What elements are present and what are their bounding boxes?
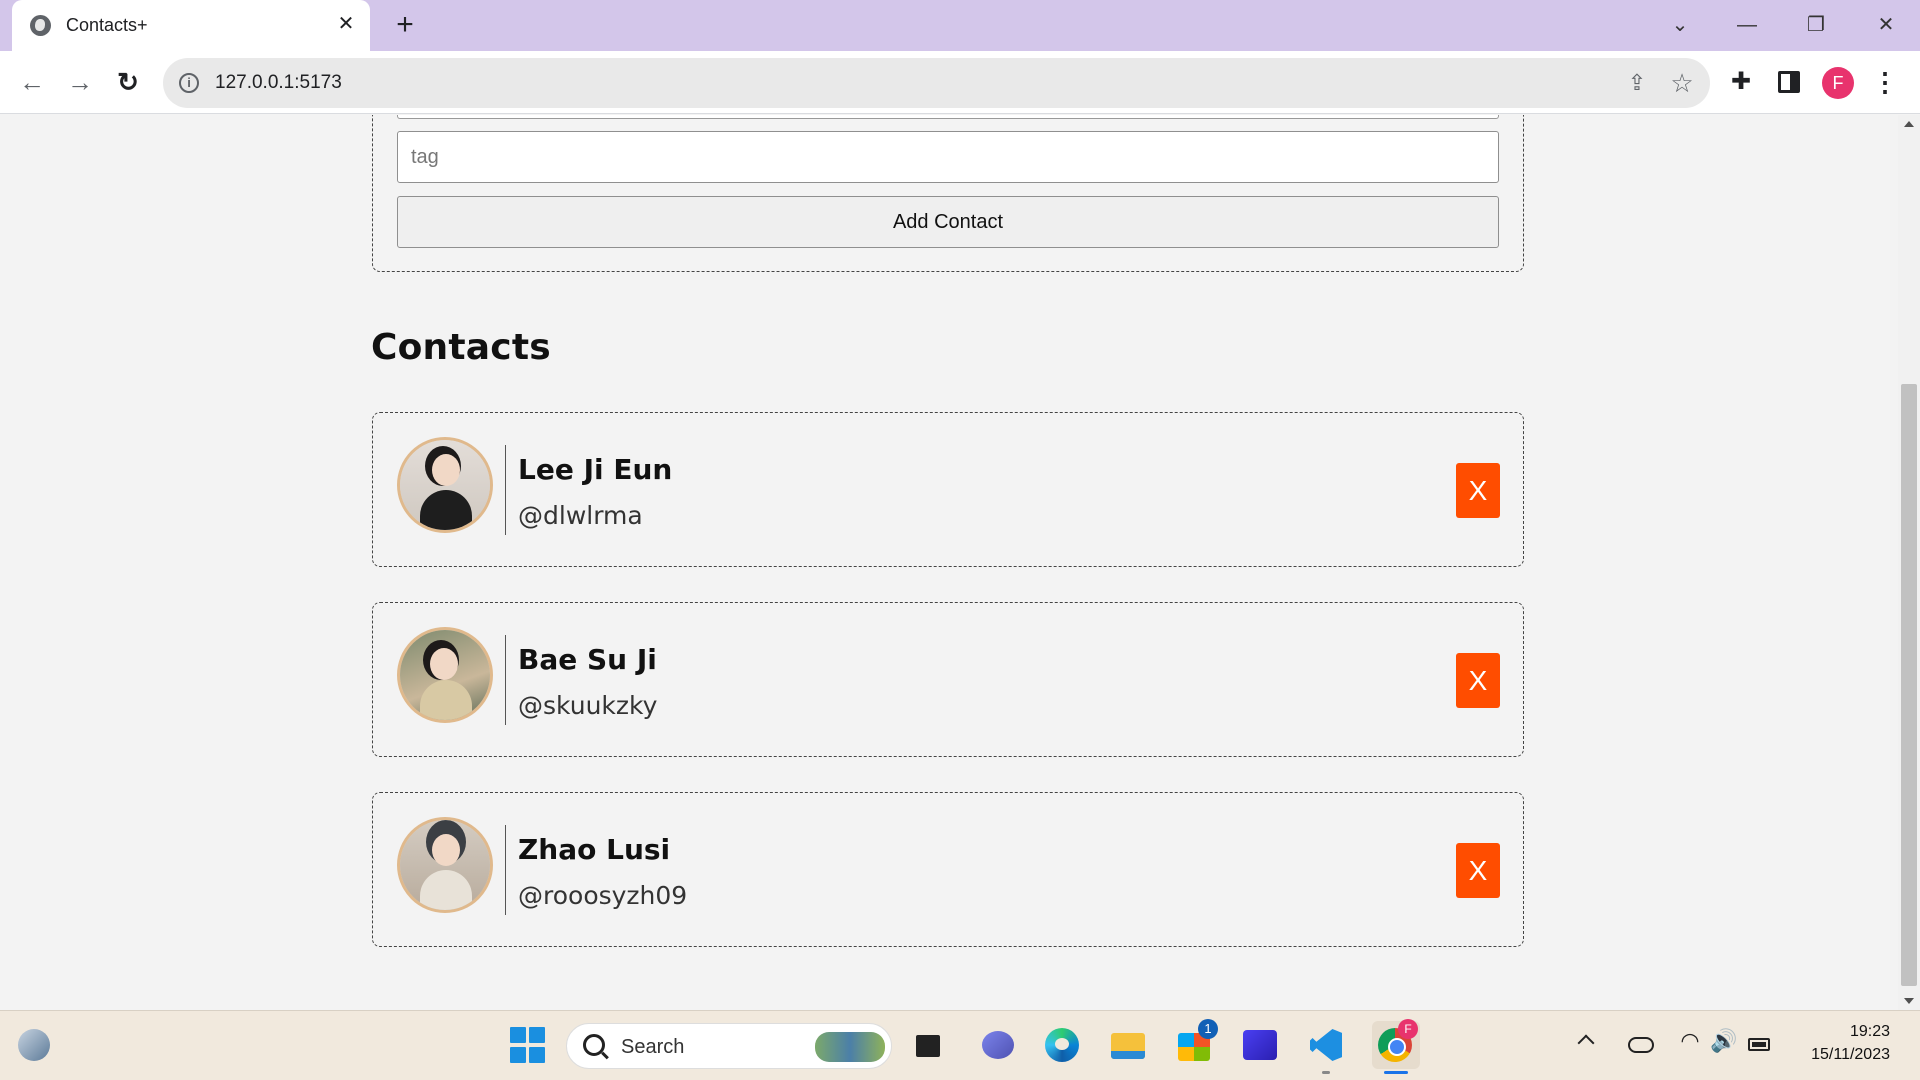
taskbar-search-box[interactable]: Search xyxy=(566,1023,892,1069)
contact-card: Zhao Lusi @rooosyzh09 X xyxy=(372,792,1524,947)
contact-handle: @skuukzky xyxy=(518,691,658,720)
onedrive-cloud-icon[interactable] xyxy=(1628,1037,1654,1053)
teams-meet-icon[interactable] xyxy=(978,1025,1018,1065)
divider xyxy=(505,825,506,915)
active-indicator xyxy=(1384,1071,1408,1074)
battery-icon[interactable] xyxy=(1748,1038,1770,1051)
edge-browser-icon[interactable] xyxy=(1042,1025,1082,1065)
tray-overflow-chevron-icon[interactable] xyxy=(1577,1034,1595,1052)
contact-card: Lee Ji Eun @dlwlrma X xyxy=(372,412,1524,567)
address-bar[interactable]: i 127.0.0.1:5173 ⇪ ☆ xyxy=(163,58,1710,108)
page-viewport: Add Contact Contacts Lee Ji Eun @dlwlrma… xyxy=(0,115,1898,1010)
back-arrow-icon[interactable]: ← xyxy=(14,64,50,100)
previous-input-field[interactable] xyxy=(397,115,1499,119)
avatar xyxy=(397,817,493,913)
clock-date[interactable]: 15/11/2023 xyxy=(1790,1046,1890,1064)
contact-handle: @rooosyzh09 xyxy=(518,881,688,910)
divider xyxy=(505,635,506,725)
weather-widget-icon[interactable] xyxy=(18,1029,50,1061)
delete-contact-button[interactable]: X xyxy=(1456,653,1500,708)
chrome-profile-badge: F xyxy=(1398,1019,1418,1039)
contact-name: Zhao Lusi xyxy=(518,833,671,866)
delete-contact-button[interactable]: X xyxy=(1456,463,1500,518)
mathpix-icon[interactable] xyxy=(1240,1025,1280,1065)
running-indicator xyxy=(1322,1071,1330,1074)
window-restore-button[interactable]: ❐ xyxy=(1796,8,1836,42)
profile-avatar[interactable]: F xyxy=(1822,67,1854,99)
window-minimize-button[interactable]: — xyxy=(1727,8,1767,42)
page-scrollbar[interactable] xyxy=(1898,115,1920,1010)
reload-icon[interactable]: ↻ xyxy=(110,64,146,100)
side-panel-icon[interactable] xyxy=(1778,71,1800,93)
forward-arrow-icon[interactable]: → xyxy=(62,64,98,100)
wifi-icon[interactable]: ◠ xyxy=(1676,1027,1704,1055)
clock-time[interactable]: 19:23 xyxy=(1820,1023,1890,1041)
divider xyxy=(505,445,506,535)
site-info-icon[interactable]: i xyxy=(179,73,199,93)
contacts-heading: Contacts xyxy=(371,327,551,368)
start-windows-icon[interactable] xyxy=(508,1025,548,1065)
browser-tab-strip: Contacts+ ✕ + ⌄ — ❐ ✕ xyxy=(0,0,1920,51)
browser-tab-active[interactable]: Contacts+ ✕ xyxy=(12,0,370,51)
scroll-up-arrow-icon[interactable] xyxy=(1904,121,1914,127)
browser-toolbar: ← → ↻ i 127.0.0.1:5173 ⇪ ☆ ✚ F ⋮ xyxy=(0,51,1920,114)
contact-handle: @dlwlrma xyxy=(518,501,643,530)
contact-name: Lee Ji Eun xyxy=(518,453,673,486)
contact-name: Bae Su Ji xyxy=(518,643,657,676)
new-tab-button[interactable]: + xyxy=(388,9,422,43)
search-icon xyxy=(583,1034,605,1056)
tab-close-icon[interactable]: ✕ xyxy=(334,12,358,36)
vscode-icon[interactable] xyxy=(1306,1025,1346,1065)
add-contact-button[interactable]: Add Contact xyxy=(397,196,1499,248)
bookmark-star-icon[interactable]: ☆ xyxy=(1668,69,1696,97)
windows-taskbar: Search 1 F ◠ 🔊 19:23 15/11/2023 xyxy=(0,1010,1920,1080)
avatar xyxy=(397,437,493,533)
tab-search-chevron-icon[interactable]: ⌄ xyxy=(1660,8,1700,42)
browser-menu-icon[interactable]: ⋮ xyxy=(1872,67,1898,99)
add-contact-form: Add Contact xyxy=(372,115,1524,272)
url-text[interactable]: 127.0.0.1:5173 xyxy=(215,72,342,94)
avatar xyxy=(397,627,493,723)
tag-input[interactable] xyxy=(397,131,1499,183)
share-icon[interactable]: ⇪ xyxy=(1624,70,1650,96)
volume-icon[interactable]: 🔊 xyxy=(1710,1027,1738,1055)
search-placeholder: Search xyxy=(621,1036,685,1058)
task-view-icon[interactable] xyxy=(910,1025,950,1065)
file-explorer-icon[interactable] xyxy=(1108,1025,1148,1065)
scroll-down-arrow-icon[interactable] xyxy=(1904,998,1914,1004)
delete-contact-button[interactable]: X xyxy=(1456,843,1500,898)
search-highlight-image xyxy=(815,1032,885,1062)
extensions-puzzle-icon[interactable]: ✚ xyxy=(1727,68,1755,96)
globe-icon xyxy=(30,15,51,36)
tab-title: Contacts+ xyxy=(66,15,148,35)
window-close-button[interactable]: ✕ xyxy=(1866,8,1906,42)
store-notification-badge: 1 xyxy=(1198,1019,1218,1039)
contact-card: Bae Su Ji @skuukzky X xyxy=(372,602,1524,757)
scrollbar-thumb[interactable] xyxy=(1901,384,1917,986)
